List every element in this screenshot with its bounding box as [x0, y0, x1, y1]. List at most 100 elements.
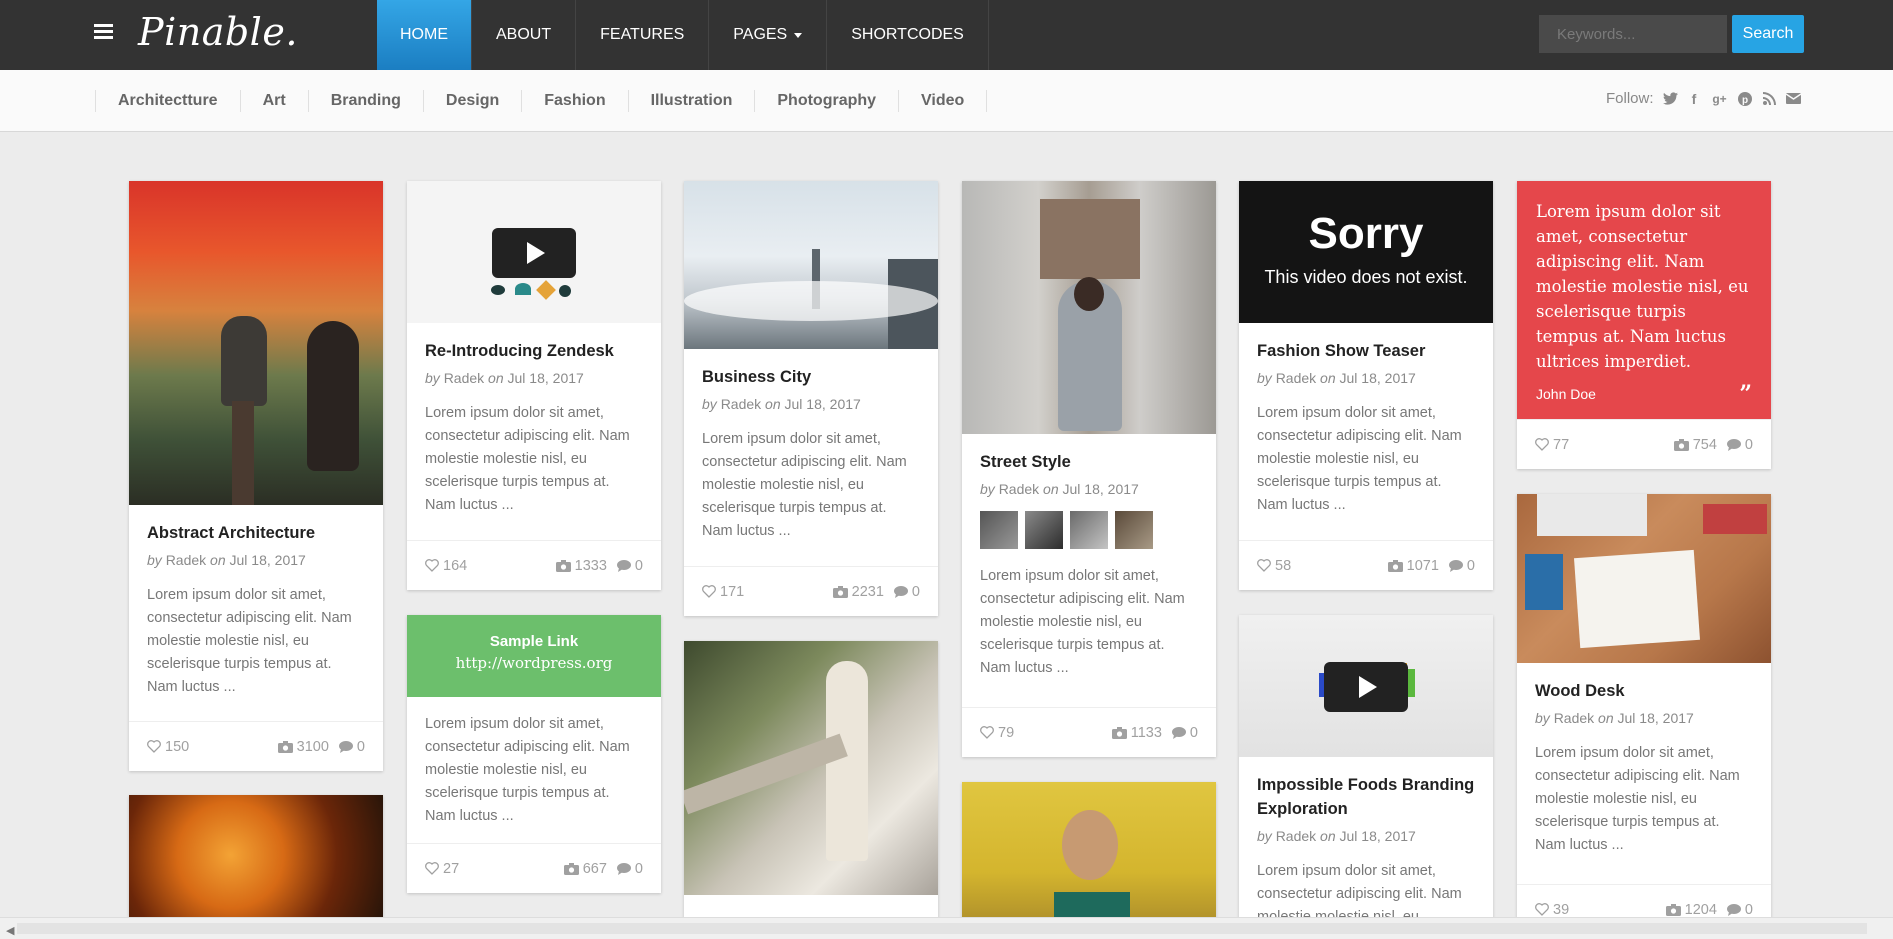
post-image[interactable]: [684, 641, 938, 895]
link-title[interactable]: Sample Link: [407, 633, 661, 650]
category-architecture[interactable]: Architectture: [95, 90, 240, 112]
post-card-sample-link: Sample Link http://wordpress.org Lorem i…: [407, 615, 661, 893]
site-logo[interactable]: Pinable.: [138, 10, 298, 54]
category-list: Architectture Art Branding Design Fashio…: [95, 70, 988, 132]
search-input[interactable]: [1539, 15, 1727, 53]
like-count[interactable]: 58: [1257, 558, 1291, 574]
post-meta: by Radek on Jul 18, 2017: [702, 396, 861, 412]
photo-count: 1333: [555, 558, 607, 574]
post-meta: by Radek on Jul 18, 2017: [1257, 370, 1416, 386]
video-play-button[interactable]: [1324, 662, 1408, 712]
post-footer: 27 667 0: [407, 843, 661, 893]
post-video[interactable]: [407, 181, 661, 323]
post-title[interactable]: Wood Desk: [1535, 663, 1753, 703]
category-branding[interactable]: Branding: [307, 90, 423, 112]
nav-item-features[interactable]: FEATURES: [576, 0, 710, 70]
like-count[interactable]: 150: [147, 739, 189, 755]
post-video[interactable]: [1239, 615, 1493, 757]
gallery-thumbnail[interactable]: [1070, 511, 1108, 549]
comment-count[interactable]: 0: [1726, 437, 1753, 453]
scroll-left-arrow-icon[interactable]: ◀: [6, 924, 14, 937]
like-count[interactable]: 164: [425, 558, 467, 574]
post-title[interactable]: Impossible Foods Branding Exploration: [1257, 757, 1475, 821]
post-title[interactable]: Re-Introducing Zendesk: [425, 323, 643, 363]
gallery-thumbnail[interactable]: [1025, 511, 1063, 549]
category-video[interactable]: Video: [898, 90, 988, 112]
post-footer: 79 1133 0: [962, 707, 1216, 757]
post-title[interactable]: Street Style: [980, 434, 1198, 474]
comment-count[interactable]: 0: [616, 558, 643, 574]
photo-count: 667: [563, 861, 607, 877]
comment-count[interactable]: 0: [893, 584, 920, 600]
post-video[interactable]: Sorry This video does not exist.: [1239, 181, 1493, 323]
post-title[interactable]: Business City: [702, 349, 920, 389]
nav-label: SHORTCODES: [851, 26, 964, 43]
gallery-thumbnail[interactable]: [1115, 511, 1153, 549]
post-image[interactable]: [962, 181, 1216, 434]
horizontal-scrollbar[interactable]: ◀: [0, 917, 1893, 939]
post-title[interactable]: Abstract Architecture: [147, 505, 365, 545]
nav-item-shortcodes[interactable]: SHORTCODES: [827, 0, 989, 70]
top-navbar: Pinable. HOME ABOUT FEATURES PAGES SHORT…: [0, 0, 1893, 70]
post-meta: by Radek on Jul 18, 2017: [1535, 710, 1694, 726]
nav-label: ABOUT: [496, 26, 552, 43]
comment-count[interactable]: 0: [1726, 902, 1753, 918]
post-excerpt: Lorem ipsum dolor sit amet, consectetur …: [980, 568, 1185, 676]
scrollbar-thumb[interactable]: [17, 923, 1867, 934]
post-card-zendesk: Re-Introducing Zendesk by Radek on Jul 1…: [407, 181, 661, 590]
category-fashion[interactable]: Fashion: [521, 90, 627, 112]
cloud-shape: [684, 281, 938, 321]
nav-item-pages[interactable]: PAGES: [709, 0, 828, 70]
post-meta: by Radek on Jul 18, 2017: [425, 370, 584, 386]
keyboard-shape: [1537, 494, 1647, 536]
stand-shape: [232, 401, 254, 505]
google-plus-icon[interactable]: g+: [1711, 91, 1729, 106]
quote-block: Lorem ipsum dolor sit amet, consectetur …: [1517, 181, 1771, 405]
comment-count[interactable]: 0: [616, 861, 643, 877]
nav-item-about[interactable]: ABOUT: [472, 0, 577, 70]
category-photography[interactable]: Photography: [754, 90, 898, 112]
post-footer: 58 1071 0: [1239, 540, 1493, 590]
post-image[interactable]: [1517, 494, 1771, 663]
twitter-icon[interactable]: [1662, 91, 1678, 106]
pinterest-icon[interactable]: p: [1738, 91, 1753, 106]
category-illustration[interactable]: Illustration: [627, 90, 755, 112]
book-shape: [1525, 554, 1563, 610]
post-card-fashion-show: Sorry This video does not exist. Fashion…: [1239, 181, 1493, 590]
post-card-street-style: Street Style by Radek on Jul 18, 2017 Lo…: [962, 181, 1216, 757]
post-title[interactable]: Fashion Show Teaser: [1257, 323, 1475, 363]
video-error-text: This video does not exist.: [1264, 267, 1468, 287]
post-card-white-dress: [684, 641, 938, 931]
rss-icon[interactable]: [1762, 91, 1777, 106]
hamburger-menu-icon[interactable]: [94, 24, 113, 40]
facebook-icon[interactable]: f: [1687, 91, 1702, 107]
face-shape: [1062, 810, 1118, 880]
post-footer: 77 754 0: [1517, 419, 1771, 469]
search-button[interactable]: Search: [1732, 15, 1804, 53]
link-url[interactable]: http://wordpress.org: [407, 654, 661, 672]
gallery-thumbnail[interactable]: [980, 511, 1018, 549]
category-art[interactable]: Art: [239, 90, 308, 112]
like-count[interactable]: 79: [980, 725, 1014, 741]
binocular-shape: [221, 316, 267, 406]
comment-count[interactable]: 0: [1448, 558, 1475, 574]
post-image[interactable]: [962, 782, 1216, 932]
post-image[interactable]: [684, 181, 938, 349]
comment-count[interactable]: 0: [338, 739, 365, 755]
link-banner[interactable]: Sample Link http://wordpress.org: [407, 615, 661, 697]
post-card-business-city: Business City by Radek on Jul 18, 2017 L…: [684, 181, 938, 616]
post-image[interactable]: [129, 181, 383, 505]
like-count[interactable]: 27: [425, 861, 459, 877]
category-design[interactable]: Design: [422, 90, 521, 112]
post-excerpt: Lorem ipsum dolor sit amet, consectetur …: [1535, 745, 1740, 853]
photo-count: 1133: [1111, 725, 1162, 741]
video-play-button[interactable]: [492, 228, 576, 278]
post-meta: by Radek on Jul 18, 2017: [1257, 828, 1416, 844]
email-icon[interactable]: [1785, 91, 1801, 106]
like-count[interactable]: 77: [1535, 437, 1569, 453]
quote-text: Lorem ipsum dolor sit amet, consectetur …: [1536, 202, 1749, 371]
nav-item-home[interactable]: HOME: [377, 0, 472, 70]
comment-count[interactable]: 0: [1171, 725, 1198, 741]
like-count[interactable]: 171: [702, 584, 744, 600]
like-count[interactable]: 39: [1535, 902, 1569, 918]
